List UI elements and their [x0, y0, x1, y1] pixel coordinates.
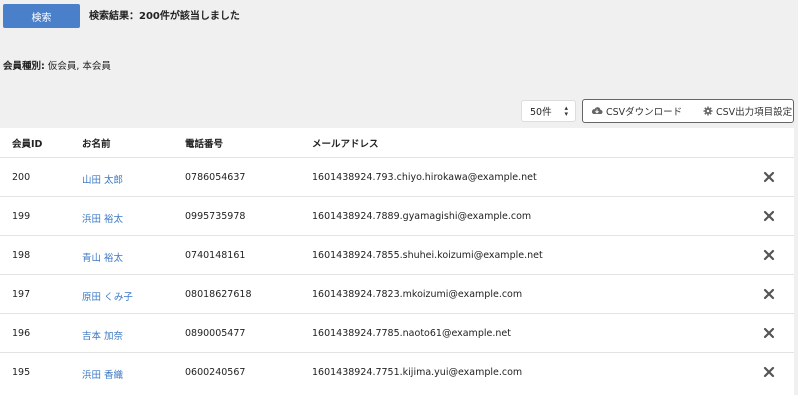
member-name-link[interactable]: 原田 くみ子 — [82, 289, 133, 303]
table-row: 200 山田 太郎 0786054637 1601438924.793.chiy… — [0, 157, 794, 196]
member-email: 1601438924.7785.naoto61@example.net — [312, 328, 511, 339]
member-id: 197 — [12, 289, 31, 300]
csv-settings-label: CSV出力項目設定 — [716, 107, 793, 118]
member-id: 195 — [12, 367, 31, 378]
member-id: 199 — [12, 211, 31, 222]
member-email: 1601438924.7855.shuhei.koizumi@example.n… — [312, 250, 543, 261]
search-result-text: 検索結果：200件が該当しました — [89, 11, 240, 22]
close-icon[interactable] — [763, 249, 775, 261]
member-name-link[interactable]: 浜田 裕太 — [82, 211, 123, 225]
table-row: 198 青山 裕太 0740148161 1601438924.7855.shu… — [0, 235, 794, 274]
member-name-link[interactable]: 浜田 香織 — [82, 367, 123, 381]
csv-settings-button[interactable]: CSV出力項目設定 — [695, 100, 792, 122]
member-email: 1601438924.7889.gyamagishi@example.com — [312, 211, 532, 222]
close-icon[interactable] — [763, 171, 775, 183]
header-tel[interactable]: 電話番号 — [185, 136, 223, 150]
csv-button-group: CSVダウンロード CSV出力項目設定 — [582, 99, 794, 123]
filter-label: 会員種別: — [3, 61, 45, 72]
gear-icon — [703, 106, 713, 116]
cloud-download-icon — [591, 107, 603, 114]
member-id: 196 — [12, 328, 31, 339]
header-name[interactable]: お名前 — [82, 136, 111, 150]
close-icon[interactable] — [763, 327, 775, 339]
csv-download-button[interactable]: CSVダウンロード — [583, 100, 695, 122]
member-name-link[interactable]: 山田 太郎 — [82, 172, 123, 186]
member-tel: 0600240567 — [185, 367, 246, 378]
header-member-id[interactable]: 会員ID — [12, 136, 42, 150]
chevron-updown-icon: ▴ ▾ — [564, 104, 568, 118]
member-email: 1601438924.793.chiyo.hirokawa@example.ne… — [312, 172, 537, 183]
page-size-select[interactable]: 50件 ▴ ▾ — [521, 100, 576, 122]
table-row: 195 浜田 香織 0600240567 1601438924.7751.kij… — [0, 352, 794, 391]
filter-summary: 会員種別: 仮会員, 本会員 — [3, 58, 111, 72]
member-tel: 08018627618 — [185, 289, 252, 300]
close-icon[interactable] — [763, 210, 775, 222]
csv-download-label: CSVダウンロード — [606, 107, 683, 118]
table-row: 199 浜田 裕太 0995735978 1601438924.7889.gya… — [0, 196, 794, 235]
header-email[interactable]: メールアドレス — [312, 136, 379, 150]
member-email: 1601438924.7751.kijima.yui@example.com — [312, 367, 523, 378]
member-id: 198 — [12, 250, 31, 261]
member-tel: 0740148161 — [185, 250, 246, 261]
page-size-value: 50件 — [530, 107, 552, 118]
member-tel: 0995735978 — [185, 211, 246, 222]
table-row: 197 原田 くみ子 08018627618 1601438924.7823.m… — [0, 274, 794, 313]
filter-value: 仮会員, 本会員 — [44, 61, 111, 72]
member-id: 200 — [12, 172, 31, 183]
search-button[interactable]: 検索 — [3, 4, 80, 28]
member-email: 1601438924.7823.mkoizumi@example.com — [312, 289, 523, 300]
table-row: 196 吉本 加奈 0890005477 1601438924.7785.nao… — [0, 313, 794, 352]
member-tel: 0786054637 — [185, 172, 246, 183]
member-name-link[interactable]: 吉本 加奈 — [82, 328, 123, 342]
member-table: 会員ID お名前 電話番号 メールアドレス 200 山田 太郎 07860546… — [0, 128, 794, 395]
close-icon[interactable] — [763, 288, 775, 300]
close-icon[interactable] — [763, 366, 775, 378]
member-name-link[interactable]: 青山 裕太 — [82, 250, 123, 264]
member-tel: 0890005477 — [185, 328, 246, 339]
